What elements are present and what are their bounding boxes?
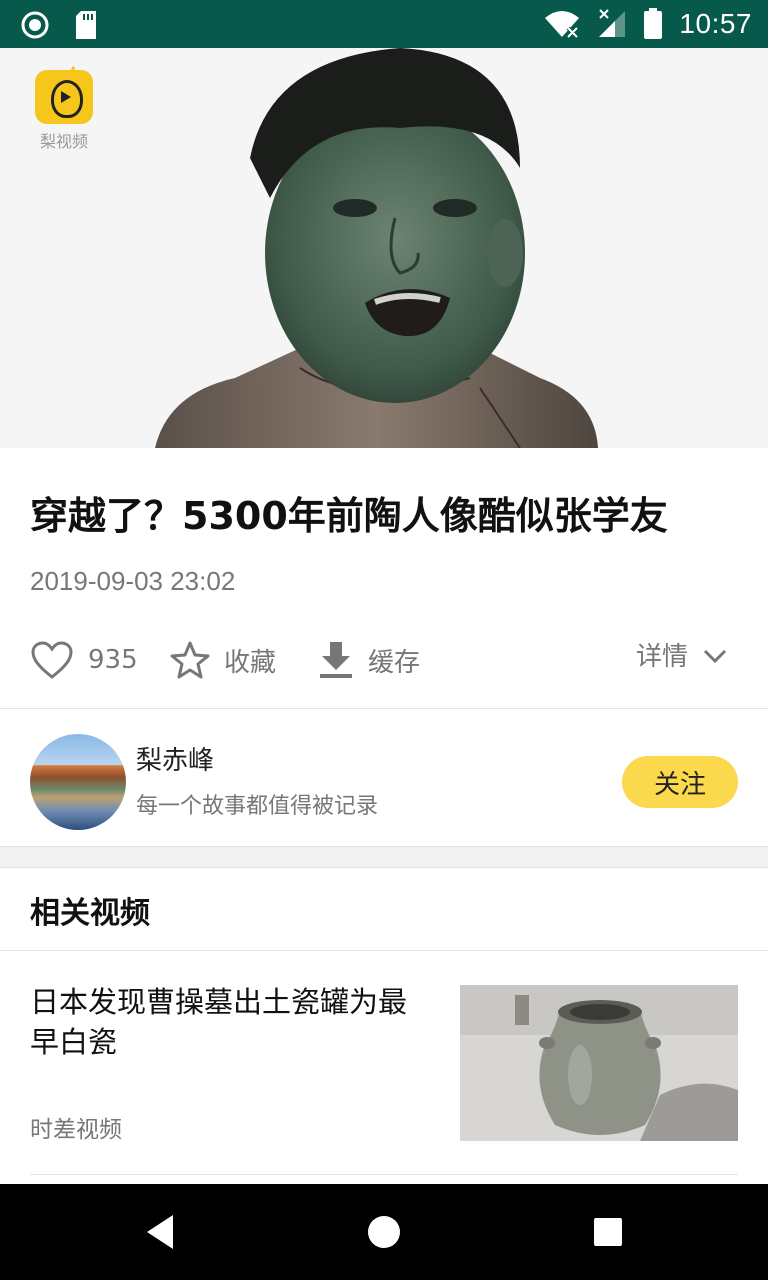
action-bar: 935 收藏 缓存 详情	[30, 640, 738, 692]
status-time: 10:57	[679, 8, 752, 39]
section-separator	[0, 846, 768, 868]
like-count: 935	[88, 645, 138, 675]
star-icon	[170, 641, 210, 679]
publish-date: 2019-09-03 23:02	[30, 566, 236, 596]
author-avatar[interactable]	[30, 734, 126, 830]
back-triangle-icon	[147, 1215, 173, 1249]
chevron-down-icon	[703, 649, 727, 663]
related-item-title[interactable]: 日本发现曹操墓出土瓷罐为最早白瓷	[30, 982, 410, 1062]
author-section: 梨赤峰 每一个故事都值得被记录 关注	[30, 734, 738, 832]
details-button[interactable]: 详情	[636, 636, 728, 673]
status-bar: 10:57	[0, 0, 768, 48]
related-item-source: 时差视频	[30, 1117, 122, 1143]
recents-button[interactable]	[560, 1184, 656, 1280]
video-player[interactable]: 梨视频	[0, 48, 768, 448]
back-button[interactable]	[112, 1184, 208, 1280]
download-button[interactable]: 缓存	[318, 640, 420, 680]
wifi-icon	[545, 11, 580, 39]
signal-icon	[599, 9, 626, 37]
sd-card-icon	[76, 11, 96, 39]
jar-thumbnail-image	[460, 985, 738, 1141]
favorite-label: 收藏	[224, 647, 277, 678]
home-button[interactable]	[336, 1184, 432, 1280]
logo-badge	[35, 70, 93, 124]
download-label: 缓存	[368, 647, 421, 678]
logo-text: 梨视频	[39, 132, 88, 151]
divider	[0, 950, 768, 951]
record-icon	[21, 11, 49, 39]
favorite-button[interactable]: 收藏	[170, 640, 276, 680]
divider	[30, 1174, 738, 1175]
follow-button[interactable]: 关注	[622, 756, 738, 808]
author-description: 每一个故事都值得被记录	[136, 794, 379, 819]
author-name[interactable]: 梨赤峰	[136, 740, 214, 777]
article-title: 穿越了？5300年前陶人像酷似张学友	[30, 494, 668, 538]
like-button[interactable]: 935	[30, 640, 138, 680]
related-item-thumbnail[interactable]	[460, 985, 738, 1141]
related-heading: 相关视频	[30, 896, 150, 931]
battery-icon	[644, 8, 663, 39]
navigation-bar	[0, 1184, 768, 1280]
recents-square-icon	[594, 1218, 622, 1246]
play-icon	[51, 80, 83, 118]
details-label: 详情	[636, 642, 689, 672]
home-circle-icon	[368, 1216, 400, 1248]
download-icon	[320, 642, 352, 678]
video-frame	[0, 48, 768, 448]
divider	[0, 708, 768, 709]
heart-icon	[31, 641, 73, 679]
brand-logo: 梨视频	[28, 70, 100, 152]
